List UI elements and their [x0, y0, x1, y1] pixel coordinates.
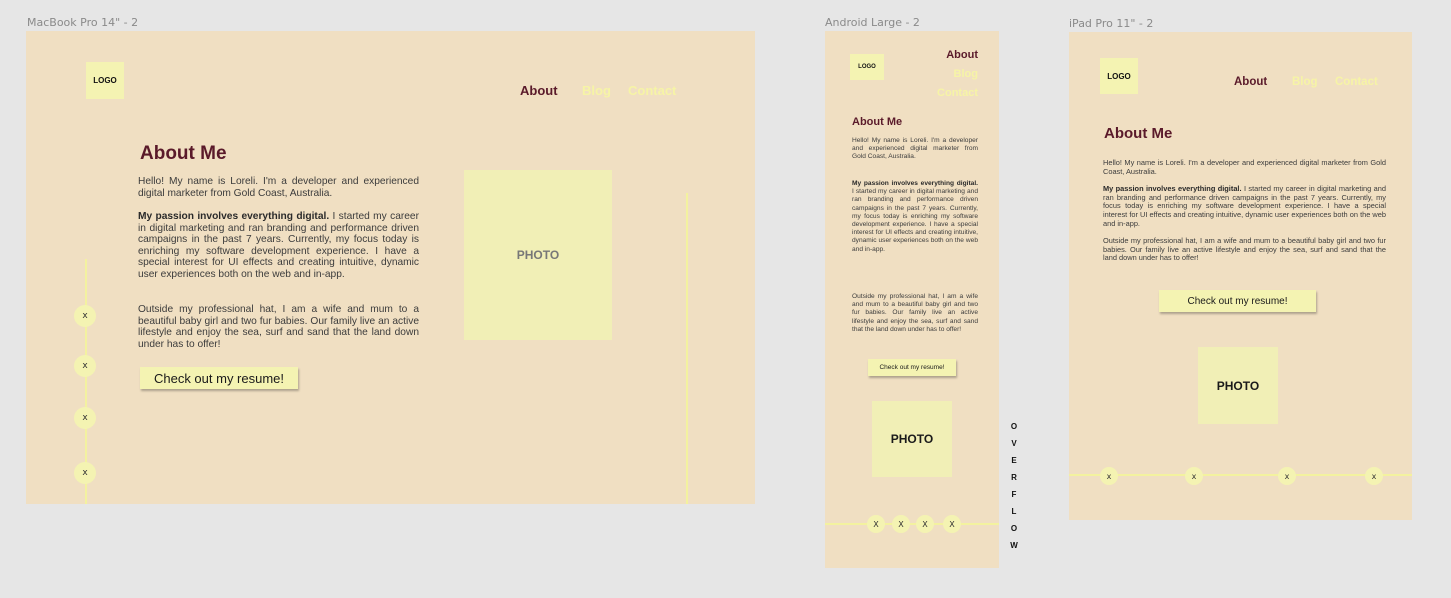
outside-paragraph: Outside my professional hat, I am a wife… — [1103, 236, 1386, 263]
passion-bold: My passion involves everything digital. — [852, 180, 978, 187]
logo[interactable]: LOGO — [850, 54, 884, 80]
page-title: About Me — [140, 143, 227, 164]
passion-bold: My passion involves everything digital. — [138, 211, 330, 222]
passion-paragraph: My passion involves everything digital. … — [1103, 184, 1386, 229]
photo-placeholder: PHOTO — [1198, 347, 1278, 424]
photo-placeholder: PHOTO — [464, 170, 612, 340]
outside-paragraph: Outside my professional hat, I am a wife… — [138, 304, 419, 350]
passion-paragraph: My passion involves everything digital. … — [852, 180, 978, 254]
passion-bold: My passion involves everything digital. — [1103, 184, 1242, 193]
nav-blog-link[interactable]: Blog — [1292, 76, 1318, 88]
photo-placeholder: PHOTO — [872, 401, 952, 477]
resume-button[interactable]: Check out my resume! — [868, 359, 956, 376]
logo[interactable]: LOGO — [86, 62, 124, 99]
frame-label-ipad: iPad Pro 11" - 2 — [1069, 17, 1154, 30]
resume-button[interactable]: Check out my resume! — [1159, 290, 1316, 312]
android-frame: LOGO About Blog Contact About Me Hello! … — [825, 31, 999, 568]
desktop-frame: LOGO About Blog Contact About Me Hello! … — [26, 31, 755, 504]
social-x-icon[interactable]: X — [943, 515, 961, 533]
social-x-icon[interactable]: X — [892, 515, 910, 533]
overflow-letter: L — [1011, 507, 1017, 516]
page-title: About Me — [1104, 125, 1173, 142]
decorative-vertical-line — [686, 193, 688, 504]
passion-rest: I started my career in digital marketing… — [852, 188, 978, 253]
overflow-label: O V E R F L O W — [1008, 418, 1020, 554]
social-x-icon[interactable]: X — [867, 515, 885, 533]
intro-paragraph: Hello! My name is Loreli. I'm a develope… — [138, 176, 419, 199]
outside-paragraph: Outside my professional hat, I am a wife… — [852, 293, 978, 333]
social-x-icon[interactable]: x — [1185, 467, 1203, 485]
social-x-icon[interactable]: x — [1365, 467, 1383, 485]
ipad-frame: LOGO About Blog Contact About Me Hello! … — [1069, 32, 1412, 520]
social-x-icon[interactable]: x — [74, 355, 96, 377]
overflow-letter: W — [1010, 541, 1018, 550]
nav-contact-link[interactable]: Contact — [1335, 76, 1378, 88]
social-x-icon[interactable]: x — [74, 305, 96, 327]
intro-paragraph: Hello! My name is Loreli. I'm a develope… — [1103, 158, 1386, 176]
nav-contact-link[interactable]: Contact — [628, 83, 676, 98]
page-title: About Me — [852, 116, 903, 128]
nav-contact-link[interactable]: Contact — [937, 87, 978, 99]
nav-about-link[interactable]: About — [1234, 76, 1267, 88]
social-horizontal-line — [825, 523, 999, 525]
overflow-letter: E — [1011, 456, 1017, 465]
logo[interactable]: LOGO — [1100, 58, 1138, 94]
intro-paragraph: Hello! My name is Loreli. I'm a develope… — [852, 137, 978, 161]
nav-about-link[interactable]: About — [520, 83, 558, 98]
overflow-letter: O — [1010, 422, 1018, 431]
social-x-icon[interactable]: X — [916, 515, 934, 533]
nav-about-link[interactable]: About — [946, 49, 978, 61]
resume-button[interactable]: Check out my resume! — [140, 367, 298, 389]
overflow-letter: O — [1010, 524, 1018, 533]
social-horizontal-line — [1069, 474, 1412, 476]
social-x-icon[interactable]: x — [74, 407, 96, 429]
social-x-icon[interactable]: x — [1100, 467, 1118, 485]
passion-paragraph: My passion involves everything digital. … — [138, 211, 419, 281]
nav-blog-link[interactable]: Blog — [954, 68, 978, 80]
frame-label-android: Android Large - 2 — [825, 16, 920, 29]
social-x-icon[interactable]: x — [74, 462, 96, 484]
overflow-letter: V — [1011, 439, 1017, 448]
overflow-letter: R — [1011, 473, 1017, 482]
social-x-icon[interactable]: x — [1278, 467, 1296, 485]
nav-blog-link[interactable]: Blog — [582, 83, 611, 98]
overflow-letter: F — [1011, 490, 1017, 499]
frame-label-desktop: MacBook Pro 14" - 2 — [27, 16, 139, 29]
